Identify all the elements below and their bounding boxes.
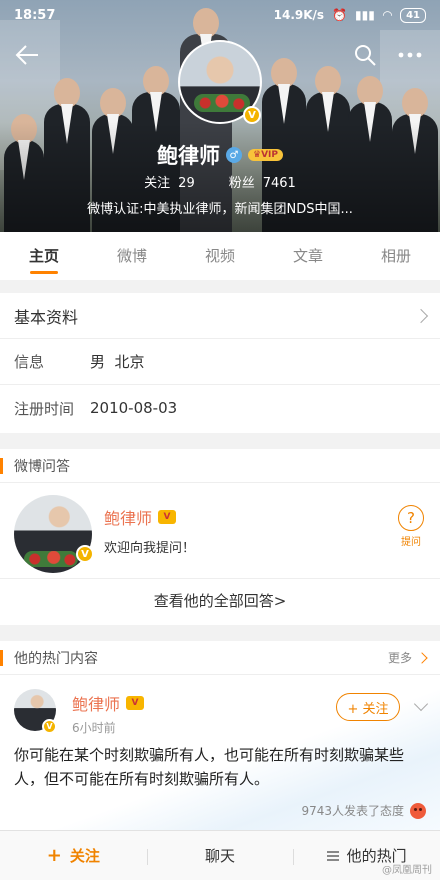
post-reactions[interactable]: 9743人发表了态度 [301, 802, 426, 819]
info-value: 男 北京 [90, 353, 145, 371]
post-author[interactable]: 鲍律师 [72, 691, 120, 715]
chevron-down-icon[interactable] [413, 696, 429, 712]
watermark: @凤凰周刊 [382, 865, 432, 876]
following-count[interactable]: 关注 29 [144, 172, 195, 191]
vip-badge[interactable]: ♛ VIP [248, 149, 283, 161]
tab-weibo[interactable]: 微博 [88, 232, 176, 280]
more-link[interactable]: 更多 [387, 649, 428, 666]
basic-info-title: 基本资料 [14, 307, 79, 327]
qa-section-title: 微博问答 [0, 449, 440, 483]
signal-icon: ▮▮▮ [355, 8, 375, 22]
weibo-qa-card: 微博问答 V 鲍律师 欢迎向我提问！ ? 提问 查看他的全部回答> [0, 449, 440, 625]
battery-icon: 41 [400, 7, 426, 23]
verified-badge-icon: V [76, 545, 94, 563]
search-icon[interactable] [352, 42, 378, 68]
status-bar: 18:57 14.9K/s ⏰ ▮▮▮ ◠ 41 [0, 0, 440, 30]
info-key: 信息 [14, 353, 45, 371]
hot-section-title: 他的热门内容 [14, 650, 98, 667]
post-text: 你可能在某个时刻欺骗所有人，也可能在所有时刻欺骗某些人，但不可能在所有时刻欺骗所… [14, 746, 405, 788]
status-time: 18:57 [14, 7, 56, 23]
tab-articles[interactable]: 文章 [264, 232, 352, 280]
angry-face-icon [410, 802, 426, 819]
qa-name: 鲍律师 [104, 509, 153, 528]
info-key: 注册时间 [14, 399, 75, 418]
following-label: 关注 [144, 176, 171, 191]
verified-badge-icon: V [42, 719, 57, 734]
question-icon: ? [398, 505, 424, 531]
info-row-register-date: 注册时间 2010-08-03 [0, 385, 440, 431]
profile-name-row: 鲍律师 ♂ ♛ VIP [0, 140, 440, 170]
vip-crown-icon: ♛ [253, 150, 262, 160]
list-icon [326, 850, 339, 861]
follow-action-button[interactable]: + 关注 [0, 845, 147, 866]
more-label: 更多 [387, 651, 412, 665]
network-speed: 14.9K/s [273, 8, 325, 22]
info-value: 2010-08-03 [90, 399, 178, 417]
verification-text[interactable]: 微博认证:中美执业律师，新闻集团NDS中国... [0, 198, 440, 217]
vip-label: VIP [261, 150, 278, 160]
plus-icon: + [46, 845, 62, 866]
vip-crown-icon [126, 696, 145, 710]
verified-badge-icon: V [243, 106, 261, 124]
chevron-right-icon [416, 651, 428, 664]
hot-section-header: 他的热门内容 更多 [0, 641, 440, 675]
follow-label: 关注 [69, 847, 100, 865]
bottom-action-bar: + 关注 聊天 他的热门 [0, 830, 440, 880]
ask-label: 提问 [401, 537, 421, 548]
hot-post[interactable]: V 鲍律师 6小时前 + 关注 你可能在某个时刻欺骗所有人，也可能在所有时刻欺骗… [0, 675, 440, 831]
hot-content-card: 他的热门内容 更多 V 鲍律师 6小时前 + 关注 你可能在某个时刻欺骗所有人，… [0, 641, 440, 831]
chat-button[interactable]: 聊天 [146, 845, 294, 866]
more-icon[interactable] [396, 42, 424, 68]
male-gender-icon: ♂ [226, 147, 242, 163]
follow-button[interactable]: + 关注 [336, 693, 400, 721]
post-author-row: 鲍律师 [72, 691, 145, 715]
fans-label: 粉丝 [228, 176, 255, 191]
basic-info-header[interactable]: 基本资料 [0, 293, 440, 339]
chat-label: 聊天 [205, 847, 236, 865]
qa-body[interactable]: V 鲍律师 欢迎向我提问！ ? 提问 [0, 483, 440, 579]
tab-video[interactable]: 视频 [176, 232, 264, 280]
vip-crown-icon [158, 510, 177, 524]
flowers-image [24, 551, 78, 567]
tab-home[interactable]: 主页 [0, 232, 88, 280]
wifi-icon: ◠ [382, 8, 393, 22]
fans-number: 7461 [262, 176, 296, 191]
flowers-image [194, 94, 250, 112]
qa-name-row: 鲍律师 [104, 505, 177, 529]
following-number: 29 [178, 176, 195, 191]
profile-name: 鲍律师 [157, 144, 220, 168]
reaction-count: 9743人发表了态度 [301, 804, 404, 818]
qa-description: 欢迎向我提问！ [104, 541, 196, 556]
chevron-right-icon [413, 308, 429, 323]
profile-tabs: 主页 微博 视频 文章 相册 [0, 232, 440, 280]
view-all-answers-link[interactable]: 查看他的全部回答> [0, 579, 440, 624]
alarm-icon: ⏰ [332, 8, 348, 22]
basic-info-card: 基本资料 信息 男 北京 注册时间 2010-08-03 [0, 293, 440, 433]
tab-albums[interactable]: 相册 [352, 232, 440, 280]
follow-counts: 关注 29 粉丝 7461 [0, 172, 440, 191]
back-arrow-icon[interactable] [14, 42, 40, 68]
ask-question-button[interactable]: ? 提问 [396, 505, 426, 548]
post-time: 6小时前 [72, 721, 116, 735]
fans-count[interactable]: 粉丝 7461 [229, 172, 296, 191]
info-row-gender-location: 信息 男 北京 [0, 339, 440, 385]
